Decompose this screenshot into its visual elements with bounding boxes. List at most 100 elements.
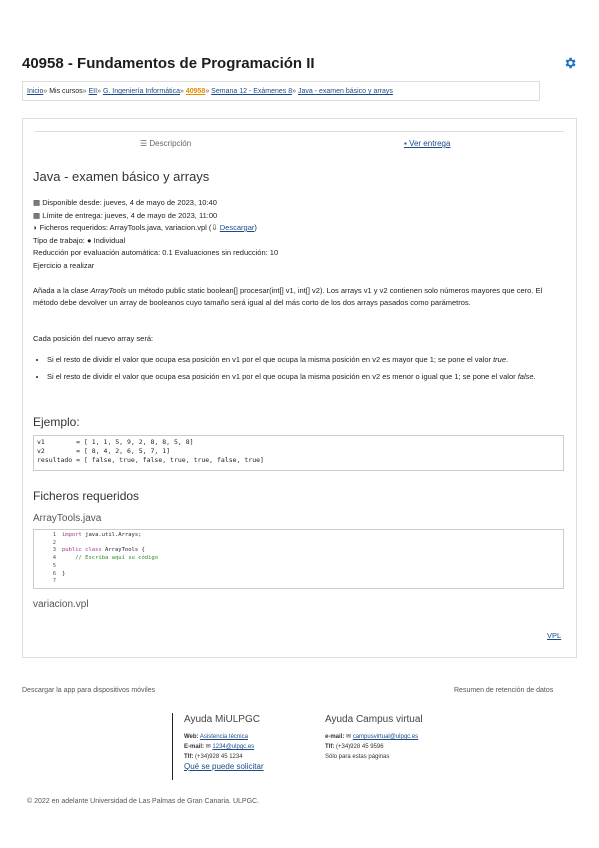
breadcrumb-separator: »	[292, 88, 297, 95]
line-number: 5	[52, 562, 56, 569]
calendar-icon: ▦	[33, 210, 41, 220]
work-type-prefix: Tipo de trabajo:	[33, 235, 85, 245]
rule-end: .	[533, 371, 536, 381]
code-line: 6}	[44, 571, 563, 579]
phone-label: Tlf:	[325, 744, 335, 750]
required-files-prefix: Ficheros requeridos: ArrayTools.java, va…	[39, 223, 212, 232]
phone-value: (+34)928 45 1234	[195, 754, 243, 760]
download-link[interactable]: Descargar	[220, 223, 255, 232]
help-campus: Ayuda Campus virtual e-mail: ✉ campusvir…	[325, 714, 423, 762]
line-number: 4	[52, 555, 56, 562]
desc-class-name: ArrayTools	[90, 286, 127, 295]
email-link[interactable]: campusvirtual@ulpgc.es	[353, 734, 418, 740]
help-campus-heading: Ayuda Campus virtual	[325, 714, 423, 725]
breadcrumb-separator: »	[205, 88, 210, 95]
rule-text: Si el resto de dividir el valor que ocup…	[47, 355, 494, 364]
email-label: e-mail:	[325, 734, 345, 740]
page-title: 40958 - Fundamentos de Programación II	[22, 55, 315, 72]
code-editor[interactable]: 1 import java.util.Arrays; 2 3 public class …	[33, 529, 564, 589]
example-code-block: v1 = [ 1, 1, 5, 9, 2, 8, 8, 5, 8] v2 = […	[33, 435, 564, 471]
breadcrumb-course[interactable]: 40958	[186, 88, 205, 95]
email-link[interactable]: 1234@ulpgc.es	[212, 744, 254, 750]
code-comment: // Escriba aquí su código	[75, 555, 159, 562]
footer-divider	[172, 713, 173, 780]
breadcrumb-week[interactable]: Semana 12 - Exámenes 8	[211, 88, 292, 95]
tab-description-label: Descripción	[149, 139, 192, 148]
breadcrumb-activity[interactable]: Java - examen básico y arrays	[298, 88, 393, 95]
list-item: Si el resto de dividir el valor que ocup…	[47, 354, 563, 366]
breadcrumb-degree[interactable]: G. Ingeniería Informática	[103, 88, 180, 95]
breadcrumb-separator: »	[43, 88, 48, 95]
work-type-value: Individual	[93, 235, 126, 245]
copyright: © 2022 en adelante Universidad de Las Pa…	[27, 798, 260, 805]
line-number: 6	[52, 570, 56, 577]
phone-value: (+34)928 45 9596	[336, 744, 384, 750]
file1-name: ArrayTools.java	[33, 513, 102, 524]
breadcrumb-separator: »	[82, 88, 87, 95]
breadcrumb-my-courses: Mis cursos	[49, 88, 83, 95]
rule-end: .	[506, 355, 509, 364]
panel-divider	[35, 131, 564, 133]
tab-view-submission[interactable]: ▪ Ver entrega	[404, 139, 450, 148]
gear-icon[interactable]	[563, 56, 577, 70]
email-label: E-mail:	[184, 744, 205, 750]
web-label: Web:	[184, 734, 199, 740]
available-from: Disponible desde: jueves, 4 de mayo de 2…	[42, 198, 217, 207]
rule-value: true	[493, 355, 507, 364]
shield-icon: ◗	[33, 223, 38, 232]
breadcrumb-separator: »	[179, 88, 184, 95]
code-line: 4 // Escriba aquí su código	[44, 555, 563, 563]
list-item: Si el resto de dividir el valor que ocup…	[47, 371, 563, 383]
code-text: java.util.Arrays;	[81, 532, 142, 538]
folder-icon: ▪	[404, 139, 407, 148]
line-number: 7	[52, 578, 56, 585]
each-position-text: Cada posición del nuevo array será:	[33, 334, 154, 343]
tab-description[interactable]: ☰ Descripción	[140, 139, 191, 148]
list-icon: ☰	[140, 139, 148, 148]
download-icon: ⇩	[211, 223, 218, 232]
rule-value: false	[517, 371, 534, 381]
activity-heading: Java - examen básico y arrays	[33, 169, 210, 184]
file2-name: variacion.vpl	[33, 599, 89, 610]
breadcrumb-home[interactable]: Inicio	[27, 88, 43, 95]
calendar-icon: ▦	[33, 198, 41, 207]
desc-text: Añada a la clase	[33, 286, 91, 295]
line-number: 2	[52, 539, 56, 546]
code-line: 1 import java.util.Arrays;	[44, 532, 563, 540]
description-paragraph: Añada a la clase ArrayTools un método pu…	[33, 285, 563, 308]
mail-icon: ✉	[346, 734, 352, 740]
code-line: 7	[44, 578, 563, 586]
code-text: }	[62, 570, 66, 577]
due-date: Límite de entrega: jueves, 4 de mayo de …	[42, 210, 218, 220]
line-number: 1	[52, 532, 56, 538]
mail-icon: ✉	[205, 744, 211, 750]
help-miulpgc-heading: Ayuda MiULPGC	[184, 714, 260, 725]
campus-note: Sólo para estas páginas	[325, 754, 390, 760]
phone-label: Tlf:	[184, 754, 194, 760]
mobile-app-link[interactable]: Descargar la app para dispositivos móvil…	[22, 687, 155, 694]
code-keyword: public class	[62, 547, 102, 554]
request-link[interactable]: Qué se puede solicitar	[184, 762, 264, 771]
rules-list: Si el resto de dividir el valor que ocup…	[33, 354, 563, 387]
rule-text: Si el resto de dividir el valor que ocup…	[47, 371, 518, 381]
reduction-info: Reducción por evaluación automática: 0.1…	[33, 248, 279, 257]
code-text: ArrayTools {	[101, 547, 145, 554]
code-line: 2	[44, 540, 563, 548]
breadcrumb-eii[interactable]: EII	[89, 88, 98, 95]
data-retention-link[interactable]: Resumen de retención de datos	[454, 687, 553, 694]
tab-view-submission-label: Ver entrega	[409, 139, 451, 148]
exercise-label: Ejercicio a realizar	[33, 260, 95, 270]
example-heading: Ejemplo:	[33, 415, 80, 429]
required-files-suffix: )	[254, 223, 257, 232]
user-icon: ●	[86, 235, 92, 245]
code-keyword: import	[62, 532, 82, 538]
breadcrumb-separator: »	[97, 88, 101, 95]
breadcrumb: Inicio» Mis cursos» EII» G. Ingeniería I…	[22, 81, 540, 101]
vpl-link[interactable]: VPL	[547, 631, 561, 640]
activity-meta: ▦ Disponible desde: jueves, 4 de mayo de…	[33, 197, 278, 272]
support-link[interactable]: Asistencia técnica	[200, 734, 248, 740]
help-miulpgc: Ayuda MiULPGC Web: Asistencia técnica E-…	[184, 714, 264, 772]
line-number: 3	[52, 547, 56, 554]
required-files-heading: Ficheros requeridos	[33, 489, 140, 503]
